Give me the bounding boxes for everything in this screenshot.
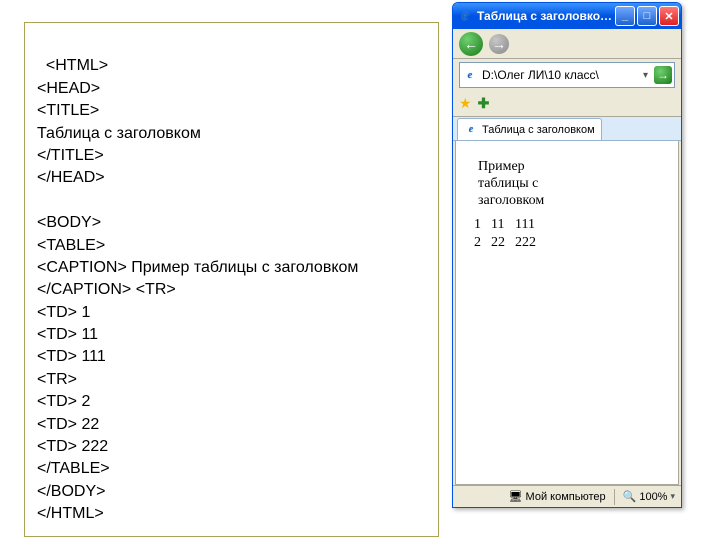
tab-bar: e Таблица с заголовком: [453, 117, 681, 141]
favorites-star-icon[interactable]: ★: [459, 95, 472, 112]
table-row: 2 22 222: [474, 235, 540, 251]
table-cell: 111: [515, 217, 540, 233]
table-caption: Пример таблицы с заголовком: [466, 159, 551, 209]
close-button[interactable]: ✕: [659, 6, 679, 26]
nav-toolbar: ← →: [453, 29, 681, 59]
minimize-button[interactable]: _: [615, 6, 635, 26]
status-zone-label: Мой компьютер: [526, 491, 606, 503]
go-icon: →: [657, 68, 669, 82]
close-icon: ✕: [664, 10, 673, 23]
favorites-toolbar: ★ ✚: [453, 91, 681, 117]
computer-icon: 🖥: [509, 490, 523, 503]
code-panel: <HTML> <HEAD> <TITLE> Таблица с заголовк…: [24, 22, 439, 537]
example-table: 1 11 111 2 22 222: [468, 215, 546, 253]
back-button[interactable]: ←: [459, 32, 483, 56]
status-zone: 🖥 Мой компьютер: [509, 490, 606, 503]
window-title: Таблица с заголовко…: [477, 9, 615, 23]
table-cell: 22: [491, 235, 509, 251]
add-favorite-icon[interactable]: ✚: [478, 95, 490, 112]
browser-window: e Таблица с заголовко… _ □ ✕ ← → e ▾ → ★…: [452, 2, 682, 508]
status-zoom[interactable]: 🔍 100% ▾: [623, 490, 675, 503]
zoom-value: 100%: [639, 491, 667, 503]
tab-active[interactable]: e Таблица с заголовком: [457, 118, 602, 140]
window-buttons: _ □ ✕: [615, 6, 679, 26]
status-bar: 🖥 Мой компьютер 🔍 100% ▾: [453, 485, 681, 507]
tab-label: Таблица с заголовком: [482, 124, 595, 136]
maximize-button[interactable]: □: [637, 6, 657, 26]
forward-button[interactable]: →: [489, 34, 509, 54]
address-dropdown-icon[interactable]: ▾: [640, 70, 651, 81]
address-input[interactable]: [482, 68, 640, 82]
table-row: 1 11 111: [474, 217, 540, 233]
address-bar[interactable]: e ▾ →: [459, 62, 675, 88]
zoom-search-icon: 🔍: [623, 490, 637, 503]
page-content: Пример таблицы с заголовком 1 11 111 2 2…: [455, 141, 679, 485]
back-icon: ←: [464, 36, 478, 52]
titlebar[interactable]: e Таблица с заголовко… _ □ ✕: [453, 3, 681, 29]
maximize-icon: □: [644, 10, 651, 22]
minimize-icon: _: [622, 10, 628, 22]
code-text: <HTML> <HEAD> <TITLE> Таблица с заголовк…: [37, 57, 363, 522]
tab-ie-icon: e: [464, 123, 478, 137]
zoom-dropdown-icon: ▾: [670, 491, 675, 502]
table-cell: 11: [491, 217, 509, 233]
ie-icon: e: [457, 8, 473, 24]
address-ie-icon: e: [462, 67, 478, 83]
table-cell: 222: [515, 235, 540, 251]
go-button[interactable]: →: [654, 66, 672, 84]
table-cell: 1: [474, 217, 485, 233]
table-cell: 2: [474, 235, 485, 251]
status-separator: [614, 489, 615, 505]
forward-icon: →: [492, 36, 506, 52]
